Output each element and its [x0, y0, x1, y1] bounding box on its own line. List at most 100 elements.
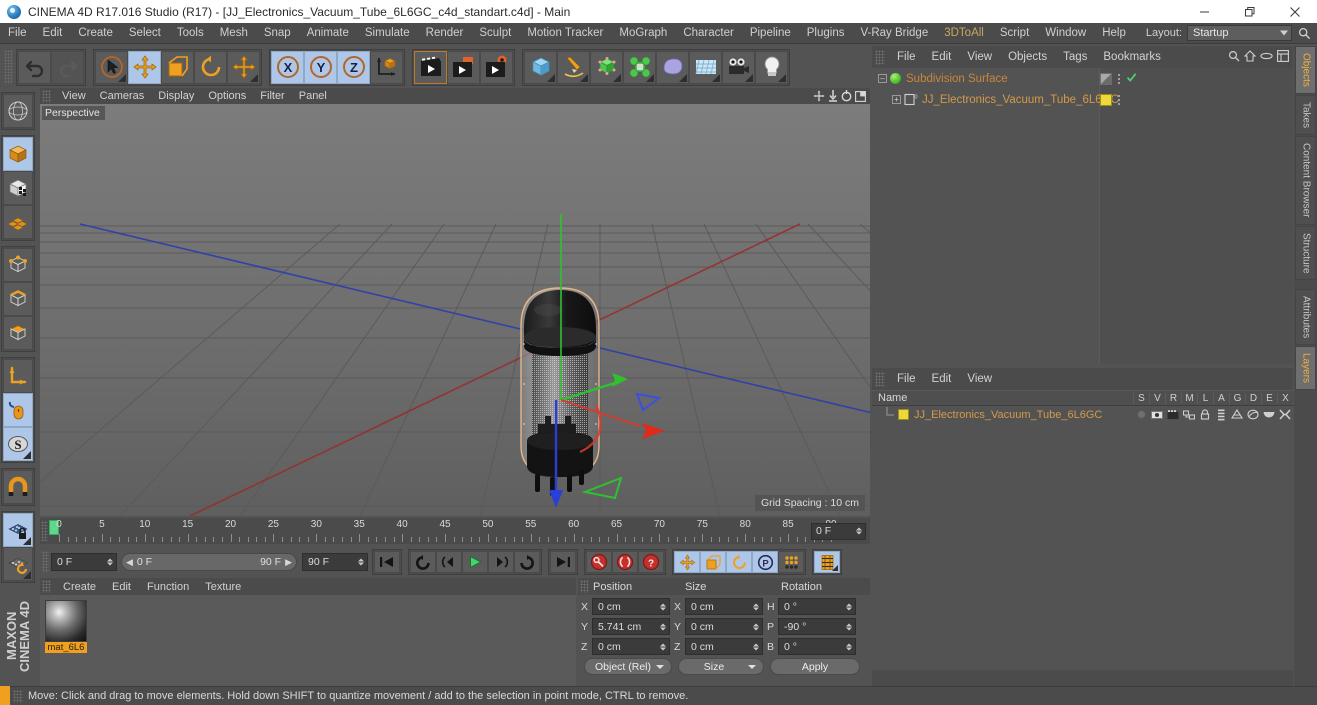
workplane-rotate-icon[interactable]	[3, 547, 33, 581]
viewport-grip[interactable]	[42, 89, 51, 103]
viewport-menu-panel[interactable]: Panel	[292, 88, 334, 104]
xpresso-icon[interactable]	[1277, 409, 1293, 420]
cube-primitive-icon[interactable]	[524, 50, 557, 84]
layer-col-D[interactable]: D	[1245, 392, 1261, 404]
viewport-menu-options[interactable]: Options	[201, 88, 253, 104]
world-object-axis-icon[interactable]	[370, 50, 403, 84]
menu-create[interactable]: Create	[70, 23, 121, 44]
size-z-input[interactable]: 0 cm	[685, 638, 763, 655]
step-forward-button[interactable]	[488, 551, 514, 573]
rotation-h-input[interactable]: 0 °	[778, 598, 856, 615]
parameter-key-button[interactable]: P	[752, 551, 778, 573]
points-mode-icon[interactable]	[3, 248, 33, 282]
spinner-icon[interactable]	[660, 643, 666, 650]
layer-col-M[interactable]: M	[1181, 392, 1197, 404]
spinner-icon[interactable]	[753, 603, 759, 610]
menu-motion-tracker[interactable]: Motion Tracker	[519, 23, 611, 44]
expand-collapse-icon[interactable]: +	[892, 95, 901, 104]
material-menu-create[interactable]: Create	[55, 581, 104, 593]
spinner-icon[interactable]	[846, 643, 852, 650]
go-to-start-button[interactable]	[374, 551, 400, 573]
position-key-button[interactable]	[674, 551, 700, 573]
viewport-menu-filter[interactable]: Filter	[253, 88, 291, 104]
viewport-menu-view[interactable]: View	[55, 88, 93, 104]
tab-objects[interactable]: Objects	[1295, 46, 1316, 94]
tab-layers[interactable]: Layers	[1295, 346, 1316, 391]
move-active-icon[interactable]	[227, 50, 260, 84]
generators-icon[interactable]	[1229, 409, 1245, 420]
scene-object-icon[interactable]	[656, 50, 689, 84]
layer-row[interactable]: JJ_Electronics_Vacuum_Tube_6L6GC	[872, 406, 1293, 423]
scale-tool-icon[interactable]	[161, 50, 194, 84]
axis-z-button[interactable]: Z	[337, 50, 370, 84]
deformers-icon[interactable]	[1245, 409, 1261, 420]
material-tag-icon[interactable]	[1100, 93, 1112, 106]
manager-icon[interactable]	[1181, 410, 1197, 420]
spinner-icon[interactable]	[358, 558, 364, 566]
spinner-icon[interactable]	[856, 527, 862, 535]
layer-menu-view[interactable]: View	[959, 373, 1000, 385]
layer-col-S[interactable]: S	[1133, 392, 1149, 404]
material-manager-grip[interactable]	[42, 580, 51, 593]
layout-icon[interactable]	[1277, 49, 1289, 65]
position-y-input[interactable]: 5.741 cm	[592, 618, 670, 635]
layer-col-A[interactable]: A	[1213, 392, 1229, 404]
make-editable-icon[interactable]	[3, 94, 33, 128]
layer-col-R[interactable]: R	[1165, 392, 1181, 404]
layer-color-swatch[interactable]	[898, 409, 909, 420]
magnet-icon[interactable]	[3, 470, 33, 504]
spinner-icon[interactable]	[107, 558, 113, 566]
menu-animate[interactable]: Animate	[299, 23, 357, 44]
menu-mesh[interactable]: Mesh	[212, 23, 256, 44]
menu-character[interactable]: Character	[675, 23, 742, 44]
size-mode-dropdown[interactable]: Size	[678, 658, 764, 675]
move-tool-icon[interactable]	[128, 50, 161, 84]
size-x-input[interactable]: 0 cm	[685, 598, 763, 615]
material-menu-edit[interactable]: Edit	[104, 581, 139, 593]
menu-render[interactable]: Render	[418, 23, 472, 44]
minimize-icon[interactable]	[1182, 0, 1227, 23]
render-settings-icon[interactable]	[480, 50, 513, 84]
object-manager-grip[interactable]	[875, 49, 885, 65]
size-y-input[interactable]: 0 cm	[685, 618, 763, 635]
layer-menu-edit[interactable]: Edit	[924, 373, 960, 385]
menu-pipeline[interactable]: Pipeline	[742, 23, 799, 44]
menu-sculpt[interactable]: Sculpt	[471, 23, 519, 44]
redo-icon[interactable]	[51, 50, 84, 84]
restore-icon[interactable]	[1227, 0, 1272, 23]
model-mode-icon[interactable]	[3, 137, 33, 171]
object-menu-bookmarks[interactable]: Bookmarks	[1095, 51, 1169, 63]
end-frame-input[interactable]: 90 F	[302, 553, 368, 571]
object-menu-view[interactable]: View	[959, 51, 1000, 63]
dolly-view-icon[interactable]	[828, 90, 838, 102]
spinner-icon[interactable]	[753, 623, 759, 630]
edges-mode-icon[interactable]	[3, 282, 33, 316]
range-right-arrow-icon[interactable]: ▶	[285, 557, 292, 568]
undo-icon[interactable]	[18, 50, 51, 84]
spinner-icon[interactable]	[660, 603, 666, 610]
rotation-key-button[interactable]	[726, 551, 752, 573]
status-bar-grip[interactable]	[13, 689, 23, 703]
spinner-icon[interactable]	[846, 603, 852, 610]
layer-manager-grip[interactable]	[875, 371, 885, 387]
visible-icon[interactable]	[1149, 410, 1165, 420]
render-region-icon[interactable]	[447, 50, 480, 84]
apply-button[interactable]: Apply	[770, 658, 860, 675]
tab-structure[interactable]: Structure	[1295, 225, 1316, 281]
material-menu-texture[interactable]: Texture	[197, 581, 249, 593]
display-tag-icon[interactable]	[1100, 72, 1112, 85]
texture-mode-icon[interactable]	[3, 171, 33, 205]
menu-plugins[interactable]: Plugins	[799, 23, 853, 44]
material-item[interactable]: mat_6L6	[45, 600, 87, 653]
toolbar-grip[interactable]	[4, 50, 13, 84]
object-row-subdivision-surface[interactable]: – Subdivision Surface	[872, 68, 1293, 89]
search-icon[interactable]	[1228, 50, 1240, 65]
axis-y-button[interactable]: Y	[304, 50, 337, 84]
viewport-menu-display[interactable]: Display	[151, 88, 201, 104]
timeline-toggle-button[interactable]	[814, 551, 840, 573]
timeline-grip[interactable]	[41, 521, 48, 541]
menu-vray-bridge[interactable]: V-Ray Bridge	[852, 23, 936, 44]
keyframe-selection-button[interactable]: ?	[638, 551, 664, 573]
position-z-input[interactable]: 0 cm	[592, 638, 670, 655]
light-icon[interactable]	[755, 50, 788, 84]
